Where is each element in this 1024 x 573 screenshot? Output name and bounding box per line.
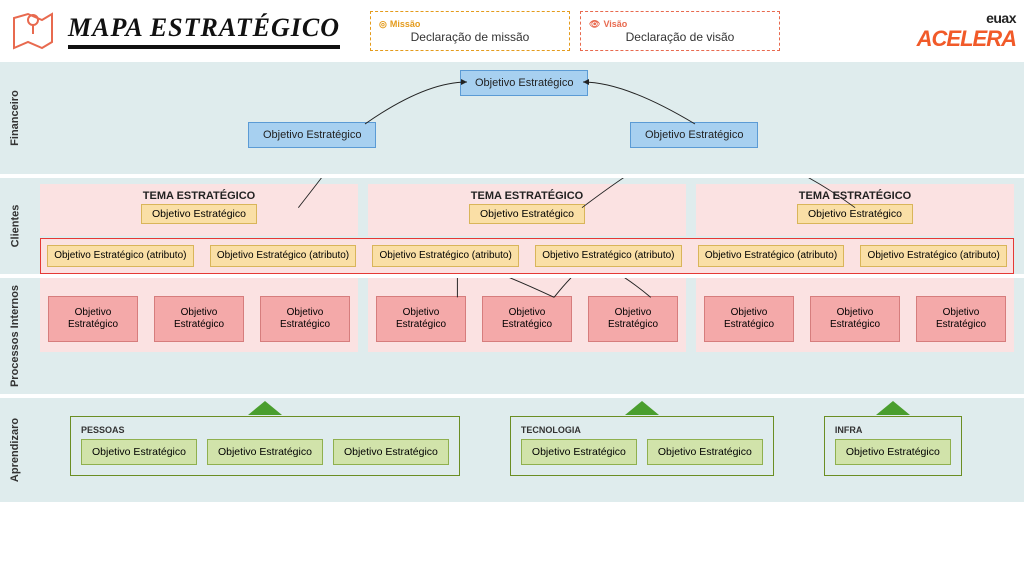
learn-group-tecnologia: TECNOLOGIA Objetivo Estratégico Objetivo… — [510, 416, 774, 476]
objective-attribute: Objetivo Estratégico (atributo) — [535, 245, 682, 267]
up-arrow-icon — [248, 401, 282, 415]
objective-green: Objetivo Estratégico — [647, 439, 763, 465]
vision-box: 👁Visão Declaração de visão — [580, 11, 780, 51]
row-processos: Processos Internos Objetivo Estratégico … — [0, 274, 1024, 394]
objective-attribute: Objetivo Estratégico (atributo) — [372, 245, 519, 267]
eye-icon: 👁 — [589, 19, 600, 30]
mission-text: Declaração de missão — [379, 30, 561, 44]
row-clientes: Clientes TEMA ESTRATÉGICO Objetivo Estra… — [0, 174, 1024, 274]
objective-pink: Objetivo Estratégico — [810, 296, 900, 342]
row-label-financeiro: Financeiro — [0, 62, 30, 174]
objective-pink: Objetivo Estratégico — [482, 296, 572, 342]
objective-pink: Objetivo Estratégico — [260, 296, 350, 342]
mission-box: ◎Missão Declaração de missão — [370, 11, 570, 51]
theme-title: TEMA ESTRATÉGICO — [48, 190, 350, 202]
process-group: Objetivo Estratégico Objetivo Estratégic… — [696, 278, 1014, 352]
objective-green: Objetivo Estratégico — [521, 439, 637, 465]
objective-blue: Objetivo Estratégico — [460, 70, 588, 96]
target-icon: ◎ — [379, 19, 387, 30]
row-label-aprendizado: Aprendizaro — [0, 398, 30, 502]
objective-pink: Objetivo Estratégico — [376, 296, 466, 342]
process-group: Objetivo Estratégico Objetivo Estratégic… — [40, 278, 358, 352]
objective-attribute: Objetivo Estratégico (atributo) — [210, 245, 357, 267]
objective-green: Objetivo Estratégico — [207, 439, 323, 465]
objective-attribute: Objetivo Estratégico (atributo) — [47, 245, 194, 267]
vision-text: Declaração de visão — [589, 30, 771, 44]
objective-attribute: Objetivo Estratégico (atributo) — [860, 245, 1007, 267]
objective-pink: Objetivo Estratégico — [704, 296, 794, 342]
learn-group-infra: INFRA Objetivo Estratégico — [824, 416, 962, 476]
objective-yellow: Objetivo Estratégico — [141, 204, 257, 224]
objective-blue: Objetivo Estratégico — [630, 122, 758, 148]
objective-green: Objetivo Estratégico — [333, 439, 449, 465]
objective-blue: Objetivo Estratégico — [248, 122, 376, 148]
process-group: Objetivo Estratégico Objetivo Estratégic… — [368, 278, 686, 352]
theme-panel: TEMA ESTRATÉGICO Objetivo Estratégico — [696, 184, 1014, 236]
header: MAPA ESTRATÉGICO ◎Missão Declaração de m… — [0, 0, 1024, 62]
objective-attribute: Objetivo Estratégico (atributo) — [698, 245, 845, 267]
objective-yellow: Objetivo Estratégico — [469, 204, 585, 224]
objective-green: Objetivo Estratégico — [81, 439, 197, 465]
up-arrow-icon — [625, 401, 659, 415]
row-aprendizado: Aprendizaro PESSOAS Objetivo Estratégico… — [0, 394, 1024, 502]
learn-group-label: TECNOLOGIA — [521, 425, 763, 435]
brand-logo: euax ACELERA — [917, 10, 1016, 52]
theme-title: TEMA ESTRATÉGICO — [704, 190, 1006, 202]
learn-group-label: INFRA — [835, 425, 951, 435]
theme-panel: TEMA ESTRATÉGICO Objetivo Estratégico — [40, 184, 358, 236]
row-label-processos: Processos Internos — [0, 278, 30, 394]
objective-pink: Objetivo Estratégico — [48, 296, 138, 342]
objective-pink: Objetivo Estratégico — [154, 296, 244, 342]
learn-group-label: PESSOAS — [81, 425, 449, 435]
learn-group-pessoas: PESSOAS Objetivo Estratégico Objetivo Es… — [70, 416, 460, 476]
objective-yellow: Objetivo Estratégico — [797, 204, 913, 224]
page-title: MAPA ESTRATÉGICO — [68, 13, 340, 49]
theme-title: TEMA ESTRATÉGICO — [376, 190, 678, 202]
objective-green: Objetivo Estratégico — [835, 439, 951, 465]
attribute-row: Objetivo Estratégico (atributo) Objetivo… — [40, 238, 1014, 274]
map-pin-icon — [8, 6, 58, 56]
row-label-clientes: Clientes — [0, 178, 30, 274]
objective-pink: Objetivo Estratégico — [588, 296, 678, 342]
up-arrow-icon — [876, 401, 910, 415]
objective-pink: Objetivo Estratégico — [916, 296, 1006, 342]
theme-panel: TEMA ESTRATÉGICO Objetivo Estratégico — [368, 184, 686, 236]
row-financeiro: Financeiro Objetivo Estratégico Objetivo… — [0, 62, 1024, 174]
